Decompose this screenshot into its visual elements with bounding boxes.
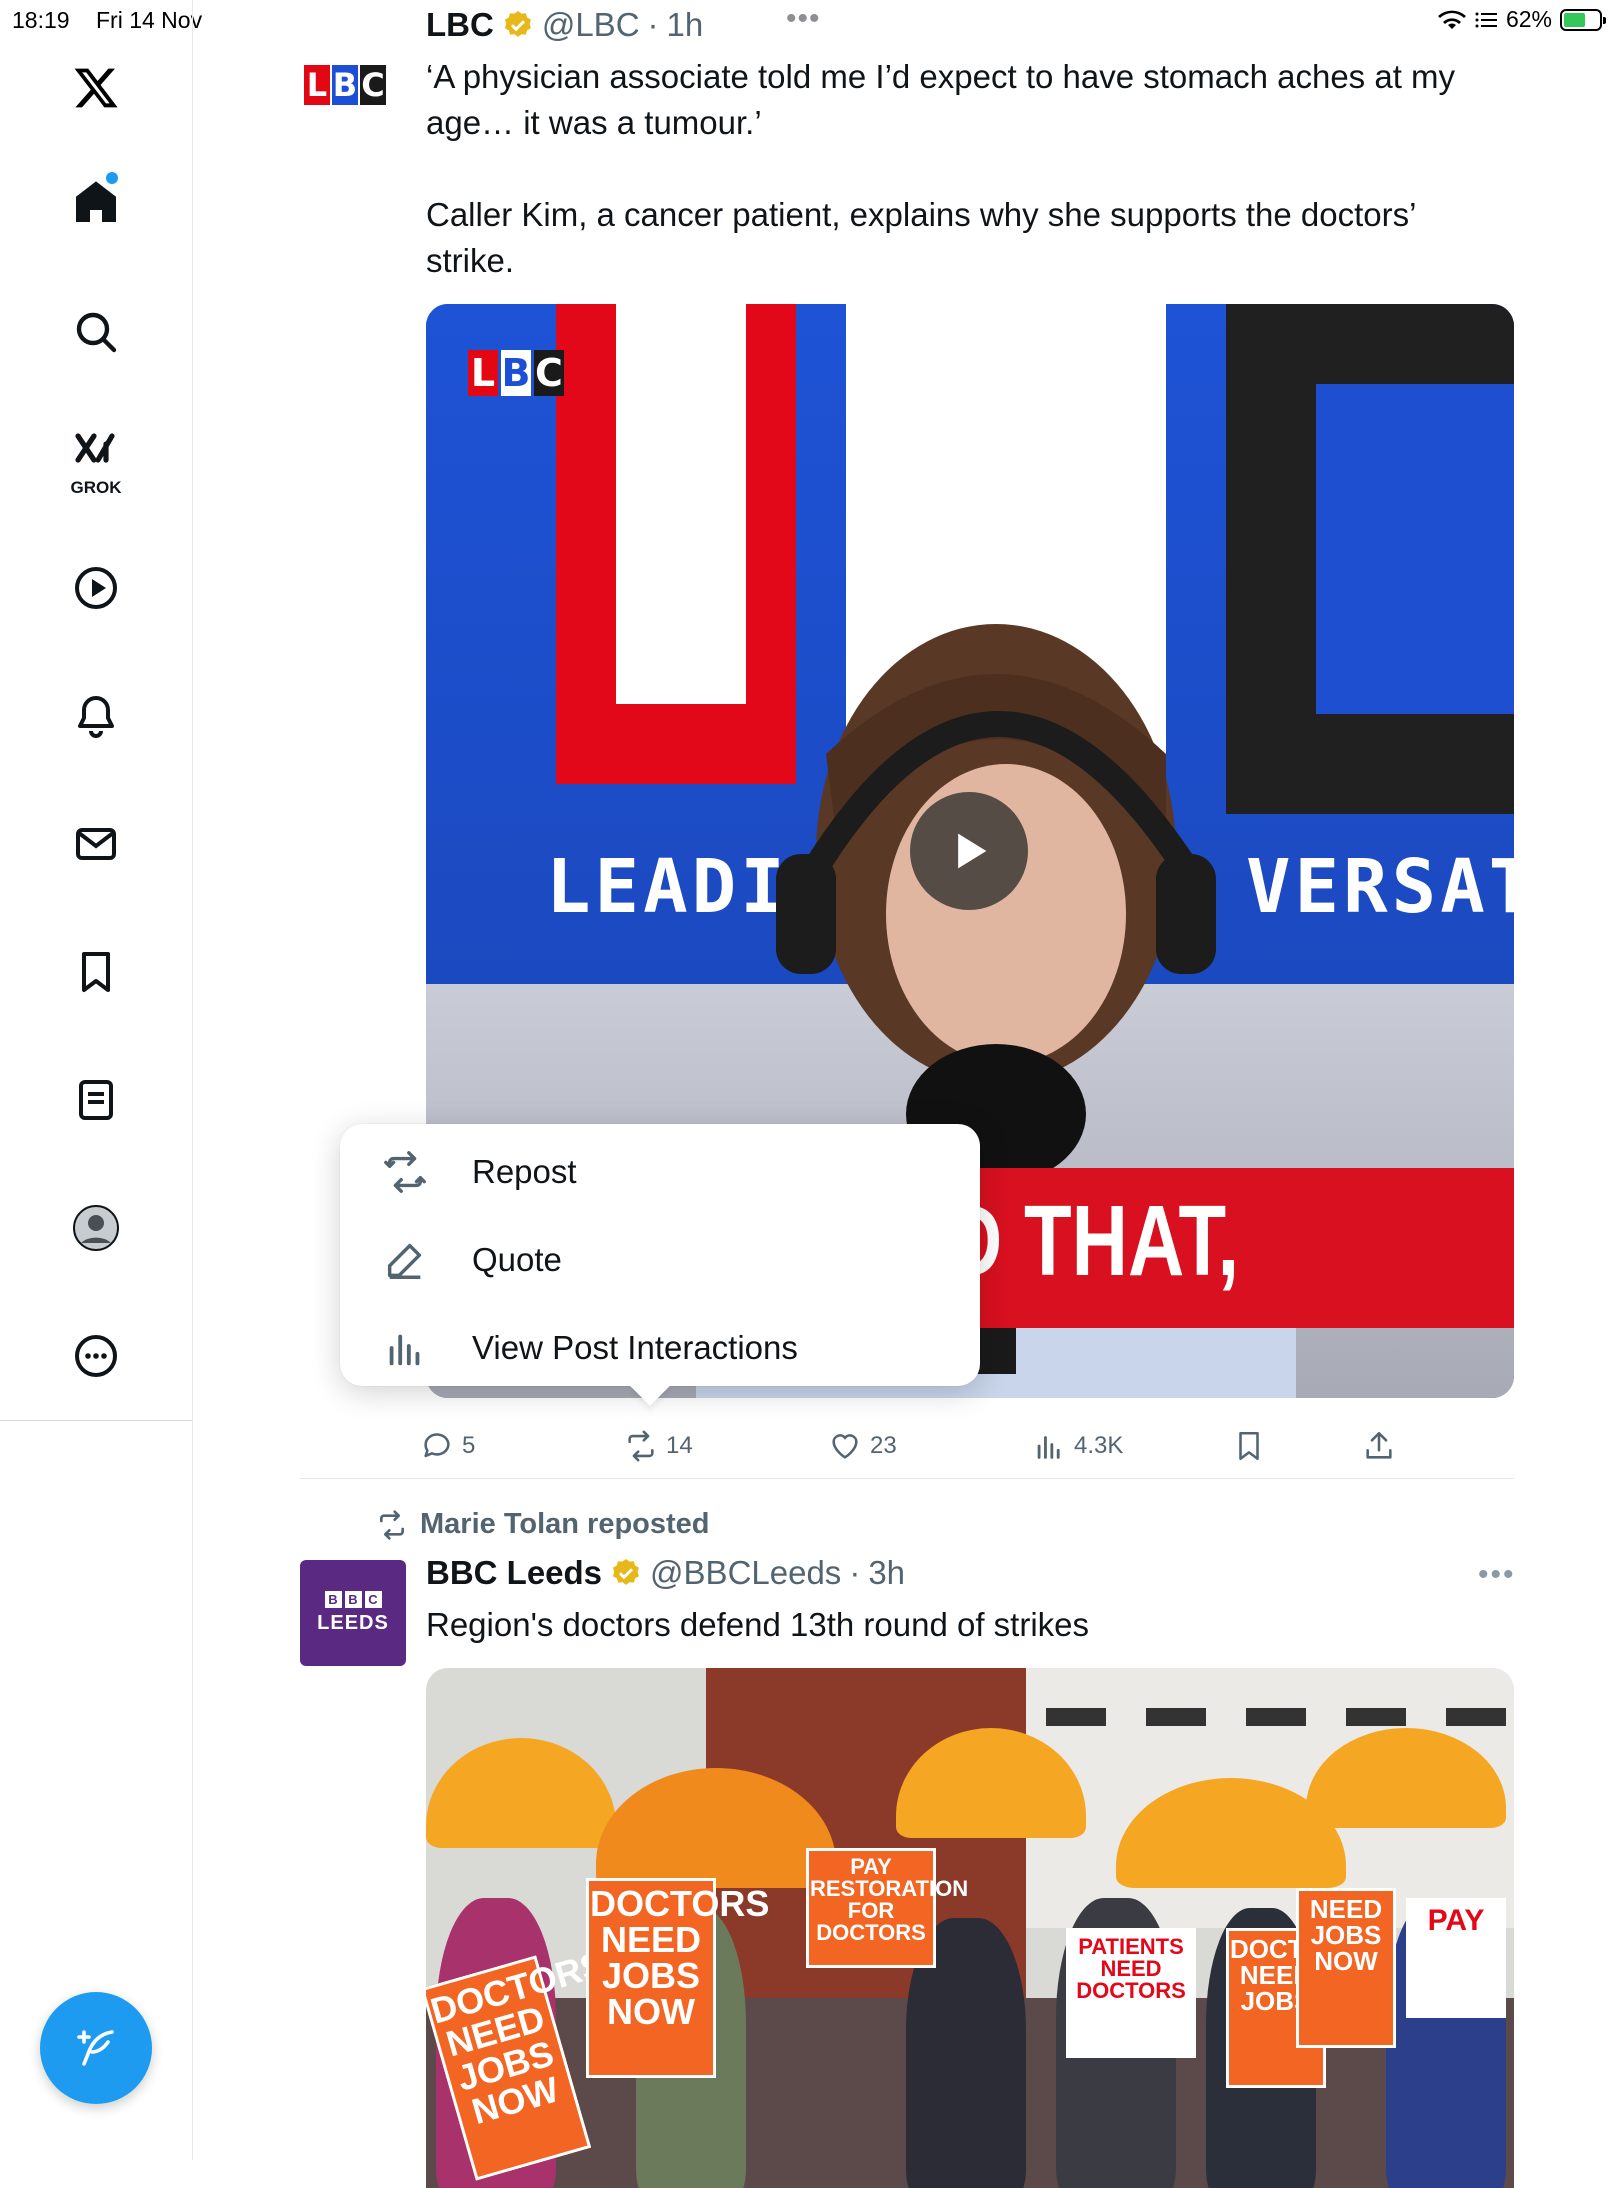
search-icon[interactable] bbox=[51, 296, 141, 368]
more-options-icon[interactable] bbox=[51, 1320, 141, 1392]
wifi-icon bbox=[1437, 10, 1466, 29]
repost-button[interactable]: 14 bbox=[624, 1418, 693, 1474]
post2-time[interactable]: 3h bbox=[868, 1554, 905, 1592]
sign-need-jobs-now: NEED JOBS NOW bbox=[1296, 1888, 1396, 2048]
x-logo-icon[interactable] bbox=[51, 52, 141, 124]
bbc-logo: B B C bbox=[324, 1591, 382, 1608]
compose-feather-icon bbox=[77, 2030, 114, 2066]
home-notification-dot bbox=[106, 172, 118, 184]
sidebar-divider bbox=[0, 1420, 192, 1421]
reply-icon bbox=[424, 1433, 450, 1458]
reposted-by[interactable]: Marie Tolan reposted bbox=[376, 1508, 710, 1541]
post1-action-bar: 5 14 23 4.3K bbox=[420, 1418, 1520, 1474]
verified-badge-icon bbox=[612, 1559, 639, 1585]
verified-badge-icon bbox=[504, 11, 531, 37]
status-right: 62% bbox=[1437, 6, 1606, 33]
video-caption: D THAT, bbox=[946, 1185, 1240, 1297]
post1-time[interactable]: 1h bbox=[667, 6, 704, 44]
bookmark-button[interactable] bbox=[1232, 1418, 1266, 1474]
repost-icon bbox=[384, 1151, 426, 1193]
battery-percent: 62% bbox=[1505, 6, 1552, 32]
pencil-icon bbox=[387, 1243, 422, 1279]
post2-handle[interactable]: @BBCLeeds bbox=[650, 1554, 841, 1592]
post2-more-options-icon[interactable]: ••• bbox=[1478, 1558, 1516, 1592]
notifications-bell-icon[interactable] bbox=[51, 680, 141, 752]
lists-icon[interactable] bbox=[51, 1064, 141, 1136]
menu-item-quote[interactable]: Quote bbox=[340, 1216, 980, 1304]
separator-dot: · bbox=[647, 6, 659, 43]
views-button[interactable]: 4.3K bbox=[1032, 1418, 1123, 1474]
lbc-avatar[interactable]: L B C bbox=[300, 40, 390, 130]
post1-text: ‘A physician associate told me I’d expec… bbox=[426, 58, 1456, 279]
views-bar-chart-icon bbox=[1037, 1436, 1060, 1459]
heart-icon bbox=[832, 1434, 858, 1459]
post2-text: Region's doctors defend 13th round of st… bbox=[426, 1606, 1090, 1643]
post2-author-name[interactable]: BBC Leeds bbox=[426, 1554, 602, 1592]
video-play-icon[interactable] bbox=[51, 552, 141, 624]
sign-pay: PAY bbox=[1406, 1898, 1506, 2018]
play-icon bbox=[958, 833, 987, 869]
profile-avatar-icon[interactable] bbox=[51, 1192, 141, 1264]
share-upload-icon bbox=[1366, 1431, 1392, 1459]
lbc-logo: L B C bbox=[304, 65, 386, 105]
post1-author-name[interactable]: LBC bbox=[426, 6, 494, 44]
bbc-leeds-avatar[interactable]: B B C LEEDS bbox=[300, 1560, 406, 1666]
battery-icon bbox=[1560, 8, 1606, 31]
multitasking-dots-icon[interactable]: ••• bbox=[786, 2, 821, 36]
list-indicator-icon bbox=[1475, 12, 1497, 27]
menu-item-repost[interactable]: Repost bbox=[340, 1128, 980, 1216]
sign-patients-need-doctors: PATIENTS NEED DOCTORS bbox=[1066, 1928, 1196, 2058]
play-button[interactable] bbox=[910, 792, 1028, 910]
sidebar: GROK bbox=[0, 0, 193, 2160]
bar-chart-icon bbox=[389, 1334, 420, 1366]
repost-icon bbox=[628, 1430, 654, 1462]
sign-pay-restoration: PAY RESTORATION FOR DOCTORS bbox=[806, 1848, 968, 1968]
separator-dot: · bbox=[849, 1554, 861, 1591]
sign-doctors-need-jobs-now: DOCTORS NEED JOBS NOW bbox=[586, 1878, 769, 2078]
repost-icon bbox=[380, 1509, 404, 1540]
post2-header: BBC Leeds @BBCLeeds · 3h bbox=[426, 1554, 905, 1592]
post2-photo[interactable]: DOCTORS NEED JOBS NOW DOCTORS NEED JOBS … bbox=[426, 1668, 1514, 2188]
repost-menu: Repost Quote View Post Interactions bbox=[340, 1124, 980, 1386]
video-lbc-logo: L B C bbox=[468, 350, 564, 396]
post-divider bbox=[300, 1478, 1514, 1479]
menu-item-view-post-interactions[interactable]: View Post Interactions bbox=[340, 1304, 980, 1392]
post1-header: LBC @LBC · 1h bbox=[426, 6, 703, 44]
like-button[interactable]: 23 bbox=[828, 1418, 897, 1474]
bookmark-icon bbox=[1239, 1431, 1259, 1461]
share-button[interactable] bbox=[1362, 1418, 1396, 1474]
messages-envelope-icon[interactable] bbox=[51, 808, 141, 880]
home-icon[interactable] bbox=[51, 166, 141, 238]
grok-label: GROK bbox=[70, 478, 122, 497]
reply-button[interactable]: 5 bbox=[420, 1418, 475, 1474]
compose-post-button[interactable] bbox=[40, 1992, 152, 2104]
bookmarks-icon[interactable] bbox=[51, 936, 141, 1008]
post1-handle[interactable]: @LBC bbox=[542, 6, 640, 44]
